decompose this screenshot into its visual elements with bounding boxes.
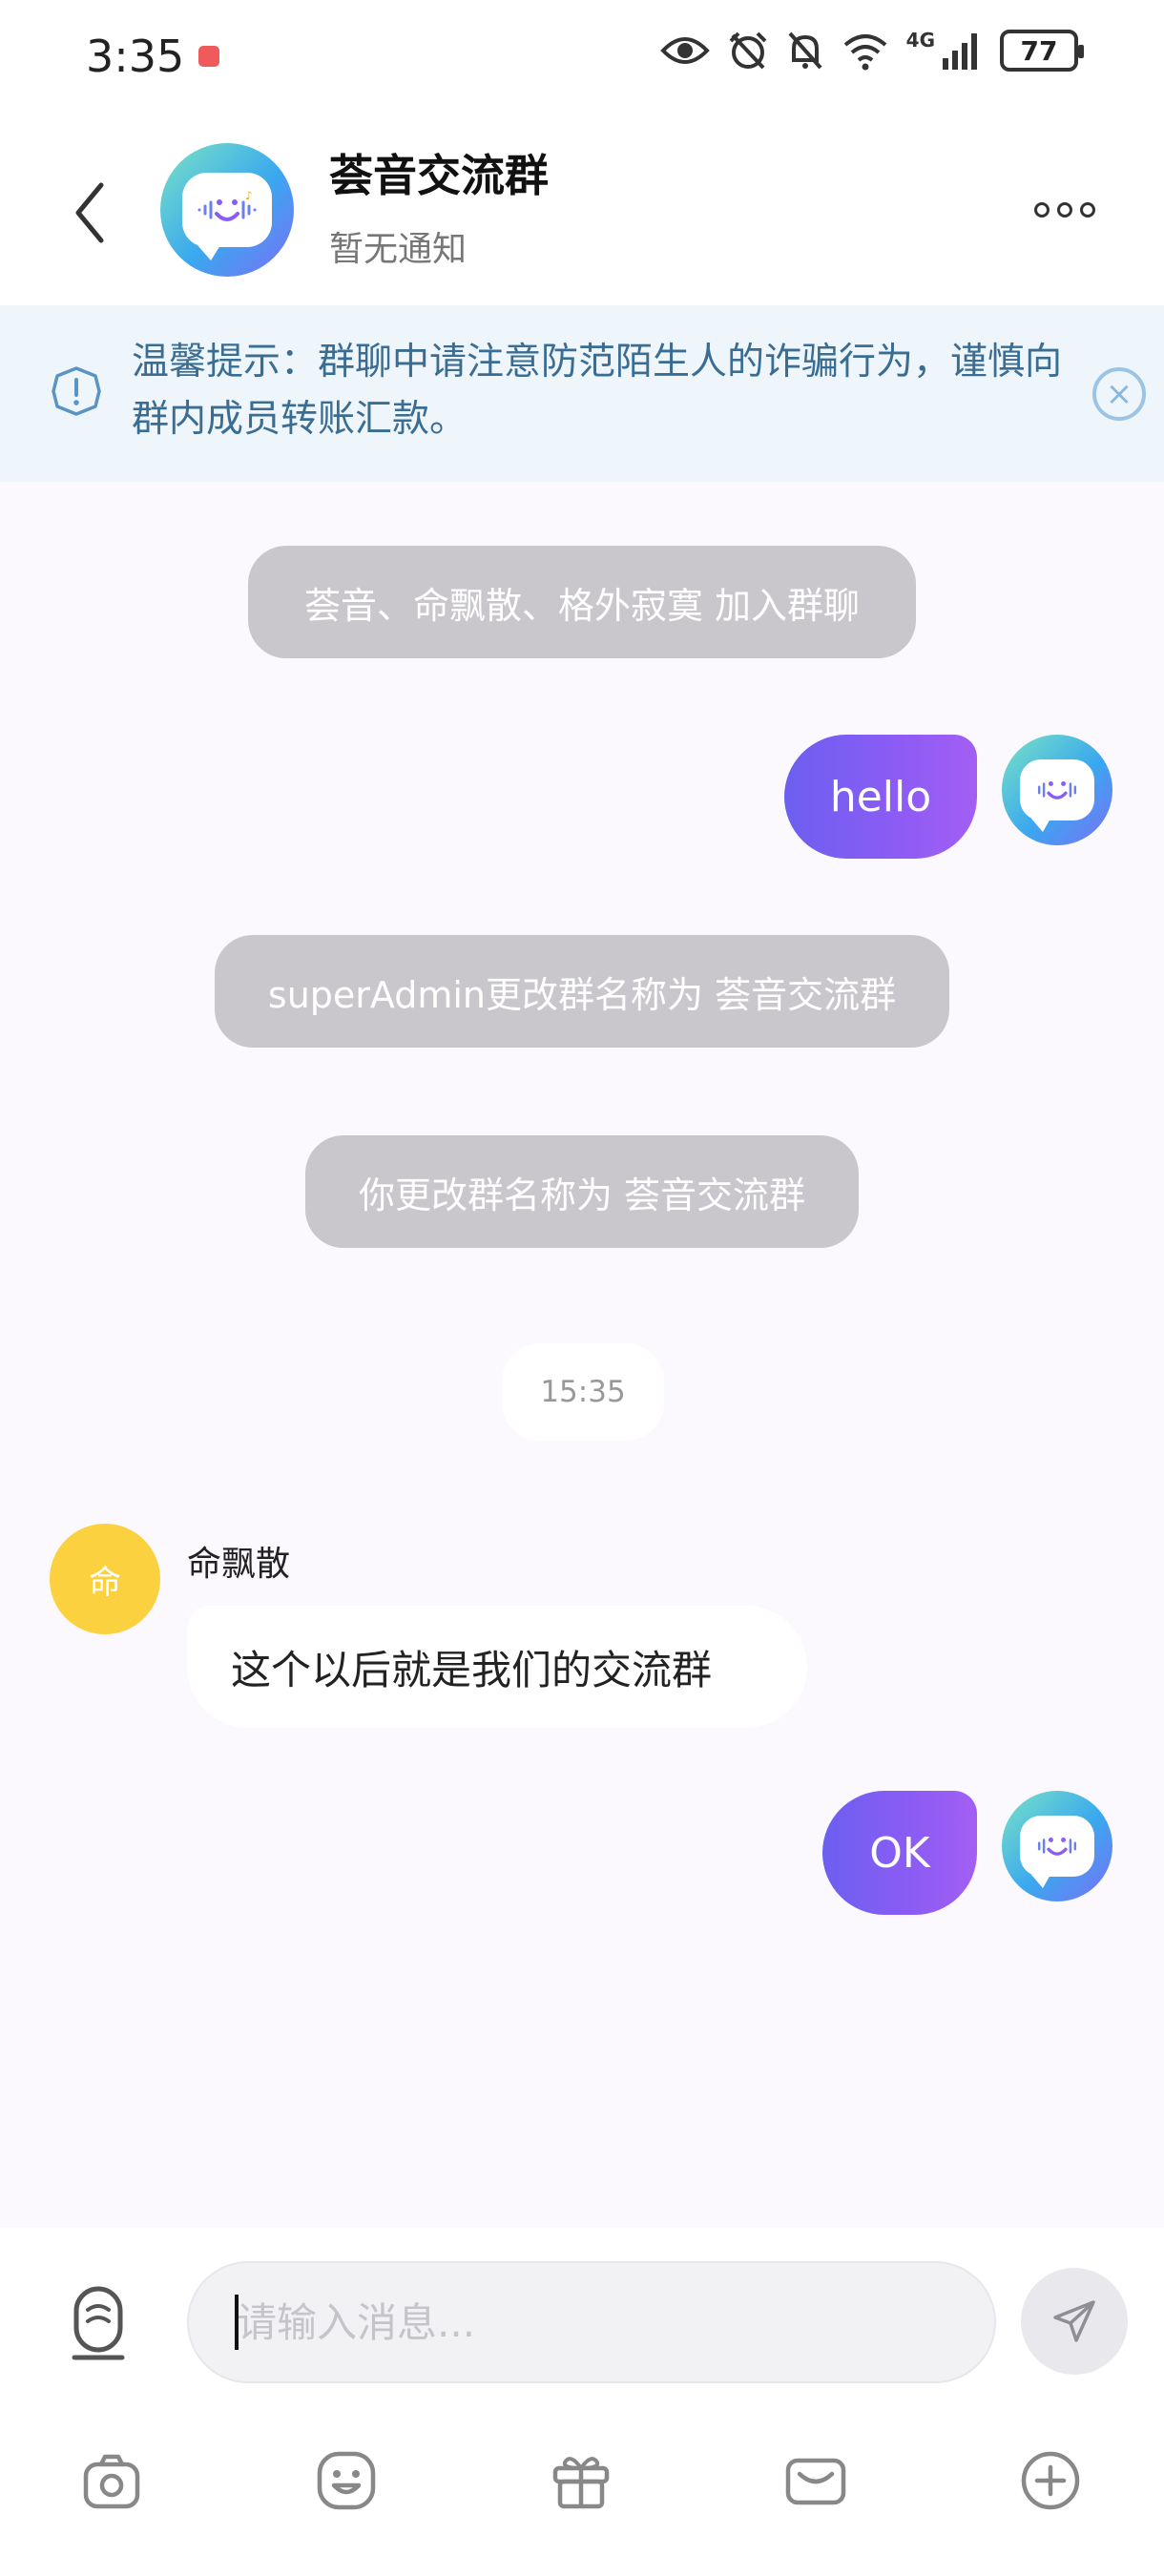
my-message-hello[interactable]: hello (784, 735, 977, 859)
my-avatar[interactable] (1002, 735, 1112, 845)
status-time: 3:35 (86, 31, 185, 82)
status-bar: 3:35 4G 77 (0, 0, 1164, 114)
send-icon (1053, 2300, 1095, 2342)
signal-icon (943, 33, 977, 70)
status-icons: 4G 77 (659, 29, 1084, 73)
send-button[interactable] (1021, 2268, 1128, 2375)
text-cursor (235, 2295, 239, 2350)
back-chevron-icon[interactable] (67, 179, 114, 246)
camera-button[interactable] (69, 2438, 155, 2524)
emoji-icon (317, 2451, 376, 2510)
plus-button[interactable] (1008, 2438, 1093, 2524)
exclamation-shield-icon (52, 366, 101, 416)
input-bar (0, 2228, 1164, 2576)
gift-button[interactable] (538, 2438, 624, 2524)
emoji-button[interactable] (303, 2438, 389, 2524)
voice-icon[interactable] (67, 2285, 130, 2371)
more-dots-icon[interactable] (1034, 202, 1095, 218)
group-avatar[interactable]: ♪ (160, 143, 294, 277)
my-message-ok[interactable]: OK (822, 1791, 977, 1915)
eye-icon (659, 37, 710, 64)
message-timestamp: 15:35 (502, 1343, 664, 1441)
system-message-rename-admin: superAdmin更改群名称为 荟音交流群 (215, 935, 949, 1048)
network-type-label: 4G (905, 29, 935, 52)
notification-badge-icon (198, 46, 219, 67)
system-message-rename-you: 你更改群名称为 荟音交流群 (305, 1135, 859, 1248)
group-notice: 暂无通知 (329, 230, 468, 269)
plus-circle-icon (1021, 2451, 1080, 2510)
camera-icon (83, 2454, 140, 2509)
chat-header: ♪ 荟音交流群 暂无通知 (0, 114, 1164, 305)
sender-name: 命飘散 (187, 1545, 291, 1584)
battery-icon: 77 (1000, 30, 1084, 72)
avatar[interactable]: 命 (50, 1524, 160, 1634)
chat-bubble-logo-icon (1020, 759, 1094, 832)
warning-text: 温馨提示：群聊中请注意防范陌生人的诈骗行为，谨慎向群内成员转账汇款。 (132, 341, 1063, 441)
group-title: 荟音交流群 (329, 150, 549, 201)
message-input[interactable] (187, 2261, 996, 2383)
envelope-button[interactable] (773, 2438, 859, 2524)
system-message-join: 荟音、命飘散、格外寂寞 加入群聊 (248, 546, 916, 658)
wifi-icon (843, 34, 886, 71)
fraud-warning-banner: 温馨提示：群聊中请注意防范陌生人的诈骗行为，谨慎向群内成员转账汇款。 × (0, 305, 1164, 482)
battery-level: 77 (1020, 34, 1058, 67)
my-avatar[interactable] (1002, 1791, 1112, 1901)
close-icon[interactable]: × (1092, 367, 1146, 421)
envelope-icon (785, 2458, 846, 2505)
other-message[interactable]: 这个以后就是我们的交流群 (187, 1606, 807, 1728)
chat-bubble-logo-icon (1020, 1816, 1094, 1888)
bell-off-icon (788, 31, 822, 70)
gift-icon (552, 2457, 610, 2509)
alarm-off-icon (729, 31, 767, 70)
svg-text:♪: ♪ (245, 189, 253, 202)
chat-bubble-logo-icon: ♪ (182, 173, 272, 260)
